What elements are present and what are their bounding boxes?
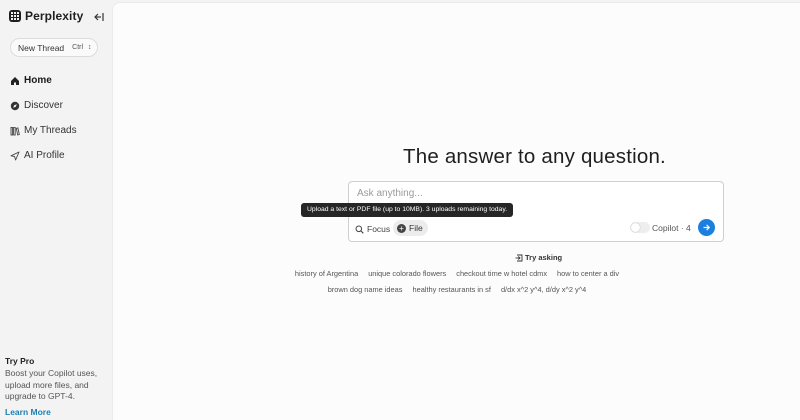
focus-button[interactable]: Focus xyxy=(355,222,390,236)
try-asking-label: Try asking xyxy=(525,253,563,262)
suggestion-chip[interactable]: healthy restaurants in sf xyxy=(407,285,495,295)
new-thread-button[interactable]: New Thread Ctrl ↕ xyxy=(10,38,98,57)
up-down-icon: ↕ xyxy=(88,44,92,51)
suggestion-chip[interactable]: checkout time w hotel cdmx xyxy=(451,269,552,279)
library-icon xyxy=(10,126,20,136)
sidebar-item-label: Home xyxy=(24,75,52,86)
try-pro-panel: Try Pro Boost your Copilot uses, upload … xyxy=(5,356,109,417)
shortcut-key: Ctrl xyxy=(72,44,84,51)
copilot-toggle[interactable] xyxy=(630,222,650,233)
brand-name: Perplexity xyxy=(25,9,84,23)
suggestions-row-2: brown dog name ideas healthy restaurants… xyxy=(113,285,800,295)
suggestion-chip[interactable]: unique colorado flowers xyxy=(363,269,451,279)
attach-file-button[interactable]: + File xyxy=(393,220,428,236)
suggestion-chip[interactable]: brown dog name ideas xyxy=(323,285,408,295)
sidebar-item-ai-profile[interactable]: AI Profile xyxy=(10,143,77,168)
ask-input[interactable] xyxy=(357,188,657,199)
send-icon xyxy=(10,151,20,160)
suggestion-chip[interactable]: d/dx x^2 y^4, d/dy x^2 y^4 xyxy=(496,285,591,295)
sidebar-nav: Home Discover My Threads AI Profile xyxy=(10,68,77,168)
focus-label: Focus xyxy=(367,224,391,234)
perplexity-logo-icon xyxy=(9,10,21,22)
sidebar: Perplexity New Thread Ctrl ↕ Home Discov… xyxy=(0,0,112,420)
sidebar-item-home[interactable]: Home xyxy=(10,68,77,93)
collapse-sidebar-icon[interactable] xyxy=(94,10,104,22)
sidebar-item-label: My Threads xyxy=(24,125,77,136)
plus-circle-icon: + xyxy=(397,223,406,233)
try-pro-description: Boost your Copilot uses, upload more fil… xyxy=(5,368,98,401)
sidebar-item-label: AI Profile xyxy=(24,150,65,161)
copilot-label: Copilot · 4 xyxy=(652,223,691,233)
sidebar-item-discover[interactable]: Discover xyxy=(10,93,77,118)
compass-icon xyxy=(10,101,20,110)
brand-logo[interactable]: Perplexity xyxy=(9,9,83,23)
suggestion-chip[interactable]: how to center a div xyxy=(552,269,624,279)
file-label: File xyxy=(409,223,423,233)
main-panel: The answer to any question. Focus + File… xyxy=(112,2,800,420)
page-title: The answer to any question. xyxy=(403,145,666,168)
submit-button[interactable] xyxy=(698,219,715,236)
new-thread-label: New Thread xyxy=(18,42,65,53)
try-pro-title: Try Pro xyxy=(5,356,35,366)
enter-arrow-icon xyxy=(515,254,523,261)
sidebar-item-label: Discover xyxy=(24,100,63,111)
toggle-knob xyxy=(631,223,640,232)
learn-more-link[interactable]: Learn More xyxy=(5,407,109,417)
try-asking-heading: Try asking xyxy=(515,253,562,262)
suggestions-row-1: history of Argentina unique colorado flo… xyxy=(113,269,800,279)
file-upload-tooltip: Upload a text or PDF file (up to 10MB). … xyxy=(301,203,514,217)
suggestion-chip[interactable]: history of Argentina xyxy=(290,269,363,279)
sidebar-item-my-threads[interactable]: My Threads xyxy=(10,118,77,143)
search-icon xyxy=(355,225,364,234)
arrow-right-icon xyxy=(703,224,711,231)
home-icon xyxy=(11,76,19,85)
